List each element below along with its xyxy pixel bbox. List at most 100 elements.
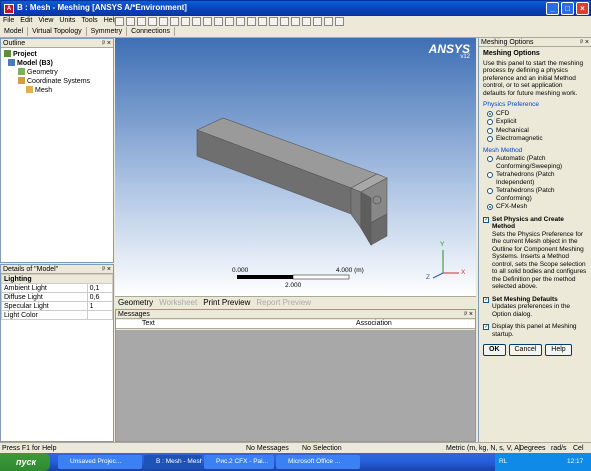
select-icon[interactable]: [126, 16, 135, 26]
tab-geometry[interactable]: Geometry: [115, 297, 156, 308]
body-icon[interactable]: [214, 16, 223, 26]
display-startup-checkbox[interactable]: ✓: [483, 324, 489, 330]
tab-print-preview[interactable]: Print Preview: [200, 297, 253, 308]
set-physics-checkbox-row[interactable]: ✓ Set Physics and Create Method Sets the…: [483, 216, 587, 291]
pan-icon[interactable]: [247, 16, 256, 26]
tab-model[interactable]: Model: [0, 27, 29, 36]
column-association[interactable]: Association: [356, 320, 392, 327]
magnifier-icon[interactable]: [291, 16, 300, 26]
property-value[interactable]: 0,1: [86, 283, 114, 293]
table-row[interactable]: Diffuse Light 0,6: [1, 292, 114, 302]
property-value[interactable]: 0,6: [86, 292, 114, 302]
image-icon[interactable]: [137, 16, 146, 26]
vertex-icon[interactable]: [181, 16, 190, 26]
view-icon[interactable]: [170, 16, 179, 26]
tree-item-coordinate-systems[interactable]: Coordinate Systems: [4, 77, 110, 86]
zoom-icon[interactable]: [258, 16, 267, 26]
symmetry-button[interactable]: Symmetry: [87, 27, 128, 36]
tree-item-model[interactable]: Model (B3): [4, 59, 110, 68]
tab-report-preview[interactable]: Report Preview: [253, 297, 314, 308]
next-view-icon[interactable]: [313, 16, 322, 26]
menu-edit[interactable]: Edit: [17, 16, 35, 25]
radio-tetra-conforming[interactable]: Tetrahedrons (Patch Conforming): [487, 187, 587, 202]
table-row[interactable]: Light Color: [1, 310, 114, 320]
maximize-button[interactable]: □: [561, 2, 574, 15]
clock[interactable]: 12:17: [567, 453, 583, 471]
radio-button[interactable]: [487, 172, 493, 178]
start-button[interactable]: пуск: [0, 453, 50, 471]
radio-button[interactable]: [487, 156, 493, 162]
cancel-button[interactable]: Cancel: [508, 344, 543, 356]
menu-tools[interactable]: Tools: [78, 16, 100, 25]
chart-icon[interactable]: [148, 16, 157, 26]
set-physics-checkbox[interactable]: ✓: [483, 216, 489, 223]
details-group-lighting[interactable]: Lighting: [1, 274, 113, 284]
window-icon[interactable]: [335, 16, 344, 26]
radio-tetra-independent[interactable]: Tetrahedrons (Patch Independent): [487, 171, 587, 186]
table-row[interactable]: Ambient Light 0,1: [1, 283, 114, 293]
extend-icon[interactable]: [225, 16, 234, 26]
zoom-box-icon[interactable]: [269, 16, 278, 26]
radio-cfd[interactable]: CFD: [487, 110, 587, 118]
menu-units[interactable]: Units: [56, 16, 78, 25]
menu-file[interactable]: File: [0, 16, 17, 25]
taskbar-item[interactable]: B : Mesh - Meshi...: [144, 455, 202, 469]
radio-button[interactable]: [487, 136, 493, 142]
status-rate[interactable]: rad/s: [551, 445, 567, 452]
pin-icon[interactable]: ᵖ ×: [102, 265, 111, 274]
virtual-topology-button[interactable]: Virtual Topology: [28, 27, 87, 36]
rotate-icon[interactable]: [236, 16, 245, 26]
radio-automatic[interactable]: Automatic (Patch Conforming/Sweeping): [487, 155, 587, 170]
radio-explicit[interactable]: Explicit: [487, 118, 587, 126]
pin-icon[interactable]: ᵖ ×: [102, 39, 111, 48]
status-temp[interactable]: Cel: [573, 445, 584, 452]
radio-button[interactable]: [487, 110, 493, 117]
property-value[interactable]: 1: [86, 301, 114, 311]
radio-button[interactable]: [487, 188, 493, 194]
new-icon[interactable]: [115, 16, 124, 26]
tab-worksheet[interactable]: Worksheet: [156, 297, 200, 308]
property-value[interactable]: [86, 310, 114, 320]
radio-electromagnetic[interactable]: Electromagnetic: [487, 135, 587, 143]
radio-button[interactable]: [487, 204, 493, 210]
tree-item-project[interactable]: Project: [4, 50, 110, 59]
zoom-fit-icon[interactable]: [280, 16, 289, 26]
meshing-options-panel: Meshing Options ᵖ × Meshing Options Use …: [478, 38, 591, 442]
isometric-icon[interactable]: [324, 16, 333, 26]
taskbar: пуск Unsaved Projec... B : Mesh - Meshi.…: [0, 453, 591, 471]
pin-icon[interactable]: ᵖ ×: [464, 310, 473, 319]
face-icon[interactable]: [203, 16, 212, 26]
graphics-viewport[interactable]: ANSYS v12 0.000 4.000 (m) 2.000 Y X Z: [115, 38, 476, 296]
status-angle[interactable]: Degrees: [519, 445, 545, 452]
tree-item-geometry[interactable]: Geometry: [4, 68, 110, 77]
taskbar-item[interactable]: Unsaved Projec...: [58, 455, 142, 469]
status-bar: Press F1 for Help No Messages No Selecti…: [0, 442, 591, 453]
help-icon[interactable]: [159, 16, 168, 26]
connections-button[interactable]: Connections: [127, 27, 176, 36]
edge-icon[interactable]: [192, 16, 201, 26]
radio-button[interactable]: [487, 127, 493, 134]
previous-view-icon[interactable]: [302, 16, 311, 26]
minimize-button[interactable]: _: [546, 2, 559, 15]
tree-item-mesh[interactable]: Mesh: [4, 86, 110, 95]
table-row[interactable]: Specular Light 1: [1, 301, 114, 311]
taskbar-item[interactable]: Рис.2 CFX - Pai...: [204, 455, 274, 469]
close-button[interactable]: ×: [576, 2, 589, 15]
status-units[interactable]: Metric (m, kg, N, s, V, A): [446, 445, 521, 452]
pin-icon[interactable]: ᵖ ×: [580, 38, 589, 47]
radio-mechanical[interactable]: Mechanical: [487, 127, 587, 135]
set-defaults-checkbox[interactable]: ✓: [483, 296, 489, 303]
status-messages[interactable]: No Messages: [246, 445, 289, 452]
set-defaults-checkbox-row[interactable]: ✓ Set Meshing Defaults Updates preferenc…: [483, 296, 587, 319]
display-startup-checkbox-row[interactable]: ✓ Display this panel at Meshing startup.: [483, 323, 587, 338]
radio-cfx-mesh[interactable]: CFX-Mesh: [487, 203, 587, 211]
ok-button[interactable]: OK: [483, 344, 506, 356]
menu-view[interactable]: View: [35, 16, 56, 25]
model-graphic[interactable]: [115, 38, 476, 296]
help-button[interactable]: Help: [545, 344, 572, 356]
taskbar-item[interactable]: Microsoft Office ...: [276, 455, 360, 469]
radio-button[interactable]: [487, 119, 493, 125]
language-indicator[interactable]: RL: [499, 453, 507, 471]
property-name: Light Color: [1, 310, 88, 320]
column-text[interactable]: Text: [142, 320, 155, 327]
